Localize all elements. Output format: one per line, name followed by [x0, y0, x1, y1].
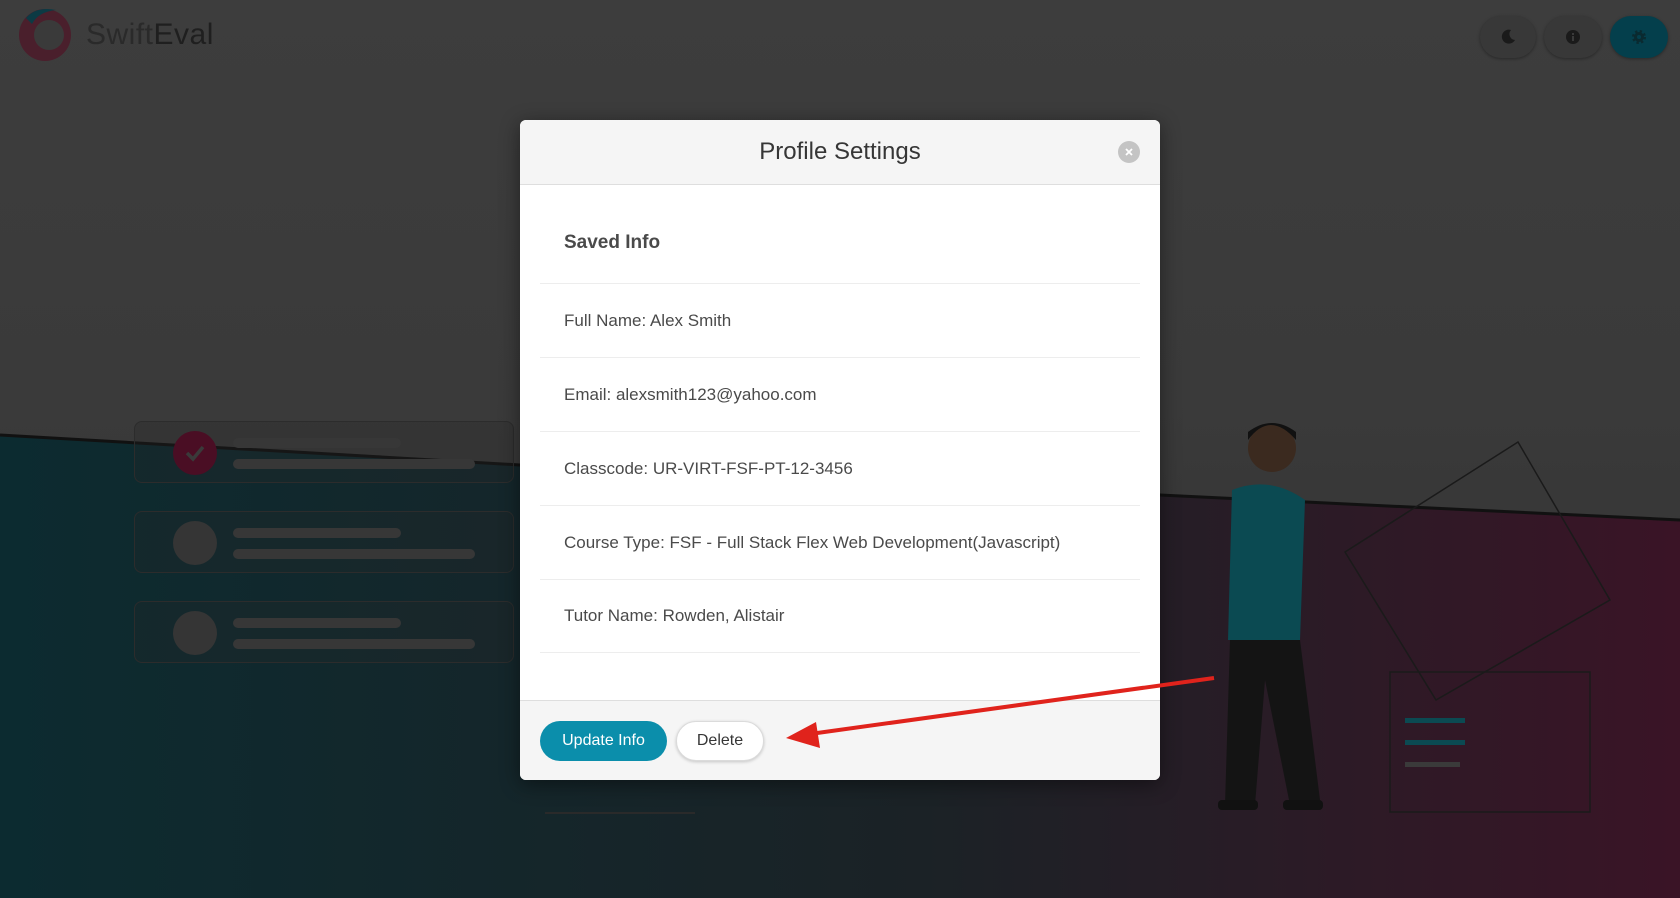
settings-button[interactable]: [1610, 16, 1668, 58]
top-navbar: SwiftEval: [0, 0, 1680, 76]
section-title: Saved Info: [564, 232, 661, 253]
close-icon: [1125, 148, 1133, 156]
placeholder-card: [134, 421, 514, 483]
info-icon: [1566, 30, 1580, 44]
placeholder-line: [233, 618, 401, 628]
annotation-arrow: [786, 676, 1215, 748]
course-type-row: Course Type: FSF - Full Stack Flex Web D…: [540, 505, 1140, 579]
modal-title: Profile Settings: [759, 138, 921, 165]
close-button[interactable]: [1118, 141, 1140, 163]
placeholder-avatar: [173, 521, 217, 565]
saved-info-list: Full Name: Alex Smith Email: alexsmith12…: [540, 283, 1140, 653]
info-button[interactable]: [1544, 16, 1602, 58]
placeholder-line: [233, 549, 475, 559]
classcode-row: Classcode: UR-VIRT-FSF-PT-12-3456: [540, 431, 1140, 505]
placeholder-card: [134, 511, 514, 573]
delete-button[interactable]: Delete: [676, 721, 764, 761]
placeholder-line: [233, 438, 401, 448]
brand-suffix: Eval: [153, 18, 214, 51]
modal-header: Profile Settings: [520, 120, 1160, 185]
full-name-row: Full Name: Alex Smith: [540, 283, 1140, 357]
brand-name[interactable]: SwiftEval: [86, 18, 214, 52]
placeholder-line: [233, 528, 401, 538]
placeholder-card: [134, 601, 514, 663]
placeholder-avatar: [173, 611, 217, 655]
brand-prefix: Swift: [86, 18, 154, 51]
email-row: Email: alexsmith123@yahoo.com: [540, 357, 1140, 431]
modal-body: Saved Info Full Name: Alex Smith Email: …: [520, 185, 1160, 699]
check-circle-icon: [173, 431, 217, 475]
dark-mode-toggle-button[interactable]: [1480, 16, 1536, 58]
update-info-button[interactable]: Update Info: [540, 721, 667, 761]
gear-icon: [1632, 30, 1646, 44]
placeholder-line: [233, 459, 475, 469]
swifteval-logo: [19, 9, 71, 61]
placeholder-line: [233, 639, 475, 649]
tutor-name-row: Tutor Name: Rowden, Alistair: [540, 579, 1140, 653]
moon-icon: [1501, 29, 1515, 44]
